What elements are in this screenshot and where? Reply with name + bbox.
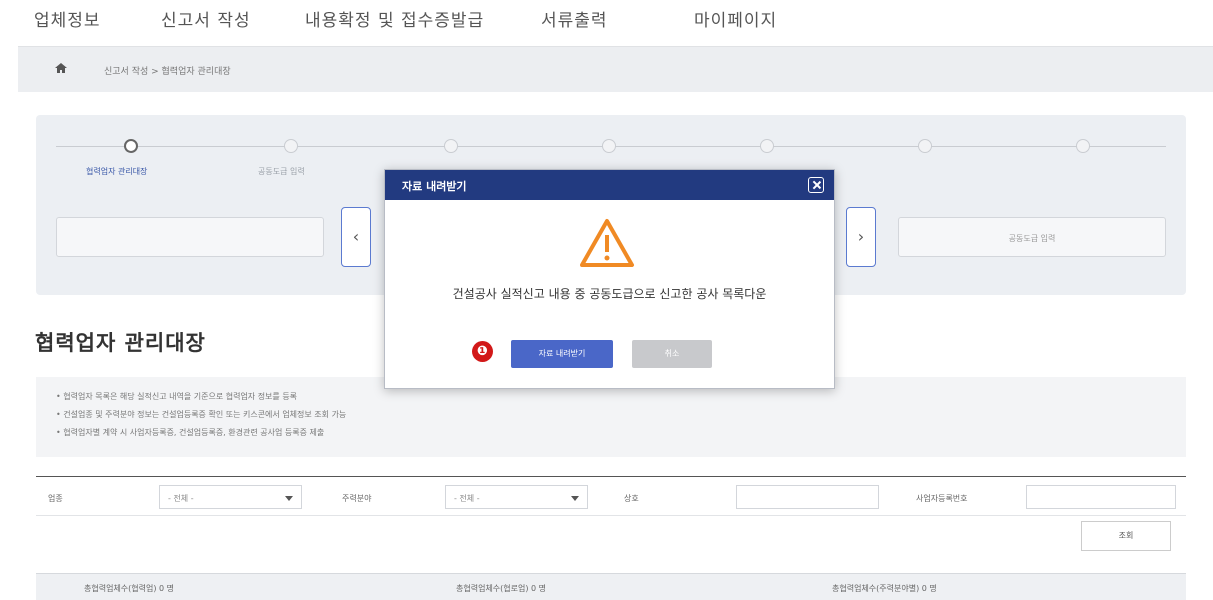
industry-select[interactable]: - 전체 -: [159, 485, 302, 509]
business-number-input[interactable]: [1026, 485, 1176, 509]
step-2-label: 공동도급 입력: [258, 167, 305, 176]
warning-icon: [580, 219, 634, 267]
field-select[interactable]: - 전체 -: [445, 485, 588, 509]
next-arrow-button[interactable]: ›: [846, 207, 876, 267]
prev-step-box[interactable]: [56, 217, 324, 257]
filter-company-label: 상호: [624, 494, 639, 503]
step-2-dot[interactable]: [284, 139, 298, 153]
note-line-1: • 협력업자 목록은 해당 실적신고 내역을 기준으로 협력업자 정보를 등록: [56, 392, 298, 401]
prev-arrow-button[interactable]: ‹: [341, 207, 371, 267]
cancel-button[interactable]: 취소: [632, 340, 712, 368]
summary-count-2: 총협력업체수(협로업) 0 명: [456, 584, 547, 593]
step-4-dot[interactable]: [602, 139, 616, 153]
step-5-dot[interactable]: [760, 139, 774, 153]
filter-field-label: 주력분야: [342, 494, 372, 503]
field-select-value: - 전체 -: [454, 494, 480, 503]
nav-confirm-receipt[interactable]: 내용확정 및 접수증발급: [305, 6, 484, 31]
breadcrumb-bar: 신고서 작성 > 협력업자 관리대장: [18, 46, 1213, 92]
close-icon[interactable]: [808, 177, 824, 193]
nav-report-write[interactable]: 신고서 작성: [161, 6, 251, 31]
step-7-dot[interactable]: [1076, 139, 1090, 153]
nav-company-info[interactable]: 업체정보: [34, 6, 101, 31]
filter-bizno-label: 사업자등록번호: [916, 494, 968, 503]
summary-row: 총협력업체수(협력업) 0 명 총협력업체수(협로업) 0 명 총협력업체수(주…: [36, 573, 1186, 600]
nav-my-page[interactable]: 마이페이지: [694, 6, 777, 31]
dialog-message: 건설공사 실적신고 내용 중 공동도급으로 신고한 공사 목록다운: [452, 287, 767, 301]
download-button[interactable]: 자료 내려받기: [511, 340, 613, 368]
company-name-input[interactable]: [736, 485, 879, 509]
chevron-down-icon: [285, 496, 293, 501]
next-step-box[interactable]: 공동도급 입력: [898, 217, 1166, 257]
note-line-2: • 건설업종 및 주력분야 정보는 건설업등록증 확인 또는 키스콘에서 업체정…: [56, 410, 347, 419]
step-1-label: 협력업자 관리대장: [86, 167, 148, 176]
summary-count-3: 총협력업체수(주력분야별) 0 명: [832, 584, 937, 593]
top-navigation: 업체정보 신고서 작성 내용확정 및 접수증발급 서류출력 마이페이지: [0, 0, 1213, 44]
filter-industry-label: 업종: [48, 494, 63, 503]
step-6-dot[interactable]: [918, 139, 932, 153]
step-marker-badge: ❶: [472, 341, 493, 362]
dialog-title: 자료 내려받기: [402, 180, 467, 193]
home-icon[interactable]: [54, 61, 68, 75]
breadcrumb: 신고서 작성 > 협력업자 관리대장: [104, 67, 231, 77]
download-dialog: 자료 내려받기 건설공사 실적신고 내용 중 공동도급으로 신고한 공사 목록다…: [384, 169, 835, 389]
notes-box: • 협력업자 목록은 해당 실적신고 내역을 기준으로 협력업자 정보를 등록 …: [36, 377, 1186, 457]
summary-count-1: 총협력업체수(협력업) 0 명: [84, 584, 175, 593]
step-3-dot[interactable]: [444, 139, 458, 153]
chevron-down-icon: [571, 496, 579, 501]
nav-document-print[interactable]: 서류출력: [541, 6, 608, 31]
note-line-3: • 협력업자별 계약 시 사업자등록증, 건설업등록증, 환경관련 공사업 등록…: [56, 428, 325, 437]
dialog-header: 자료 내려받기: [385, 170, 834, 200]
page-title: 협력업자 관리대장: [35, 331, 206, 355]
filter-row: 업종 - 전체 - 주력분야 - 전체 - 상호 사업자등록번호: [36, 476, 1186, 516]
industry-select-value: - 전체 -: [168, 494, 194, 503]
search-button[interactable]: 조회: [1081, 521, 1171, 551]
next-step-label: 공동도급 입력: [1008, 234, 1056, 243]
step-1-dot[interactable]: [124, 139, 138, 153]
